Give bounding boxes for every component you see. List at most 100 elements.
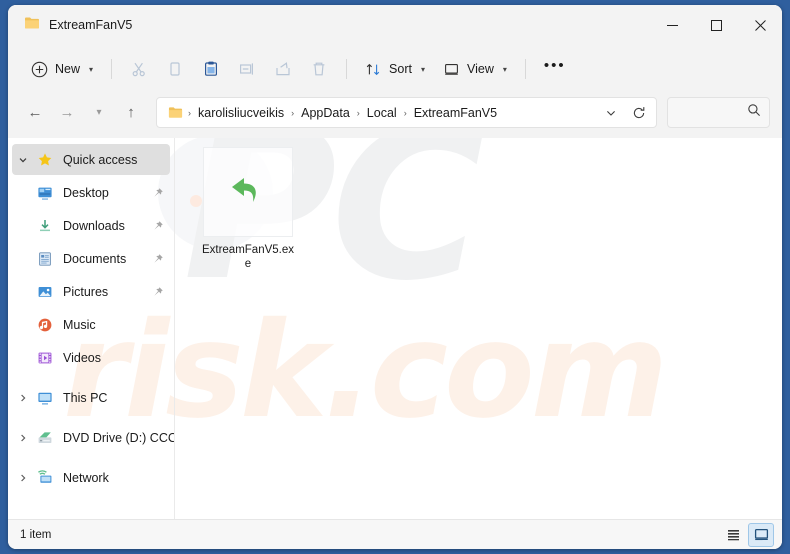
copy-icon	[166, 60, 184, 78]
sidebar-item-downloads[interactable]: Downloads	[12, 210, 170, 241]
pin-icon[interactable]	[152, 187, 164, 199]
item-count-label: 1 item	[20, 528, 52, 541]
breadcrumb-tail	[598, 100, 652, 126]
network-icon	[34, 469, 56, 486]
breadcrumb-item-2[interactable]: Local	[362, 103, 402, 123]
trash-icon	[310, 60, 328, 78]
desktop-icon	[34, 185, 56, 201]
pictures-icon	[34, 284, 56, 300]
refresh-button[interactable]	[626, 100, 652, 126]
monitor-icon	[443, 61, 460, 78]
sidebar-item-label: This PC	[63, 390, 108, 405]
sidebar-item-dvd-drive[interactable]: DVD Drive (D:) CCCC	[12, 422, 174, 453]
share-icon	[274, 60, 292, 78]
folder-icon	[165, 105, 186, 120]
pin-icon[interactable]	[152, 253, 164, 265]
file-thumbnail	[203, 147, 293, 237]
window-title: ExtreamFanV5	[49, 18, 133, 32]
recent-locations-button[interactable]: ▾	[84, 98, 114, 128]
large-icons-view-button[interactable]	[748, 522, 774, 547]
details-view-button[interactable]	[720, 523, 746, 547]
view-button[interactable]: View ▾	[434, 53, 516, 85]
chevron-right-icon[interactable]	[12, 393, 34, 403]
breadcrumb[interactable]: › karolisliucveikis › AppData › Local › …	[156, 97, 657, 128]
chevron-down-icon: ▾	[502, 64, 507, 74]
desktop-background: PC risk.com ExtreamFanV5 New ▾ Sort ▾ Vi…	[0, 0, 790, 554]
status-bar: 1 item	[8, 519, 782, 549]
sidebar-item-label: DVD Drive (D:) CCCC	[63, 430, 174, 445]
forward-button[interactable]: →	[52, 98, 82, 128]
sort-button-label: Sort	[389, 62, 412, 76]
green-curved-arrow-icon	[222, 164, 274, 221]
chevron-down-icon: ▾	[96, 107, 102, 118]
search-box[interactable]	[667, 97, 770, 128]
breadcrumb-separator: ›	[188, 107, 191, 118]
sidebar-item-label: Videos	[63, 350, 101, 365]
sidebar-item-quick-access[interactable]: Quick access	[12, 144, 170, 175]
command-toolbar: New ▾ Sort ▾ View ▾ •••	[8, 45, 782, 93]
toolbar-separator-2	[346, 59, 348, 79]
more-options-button[interactable]: •••	[535, 53, 575, 85]
copy-button[interactable]	[157, 53, 193, 85]
rename-button[interactable]	[229, 53, 265, 85]
breadcrumb-separator: ›	[403, 107, 407, 118]
breadcrumb-dropdown-button[interactable]	[598, 100, 624, 126]
up-button[interactable]: ↑	[116, 98, 146, 128]
sidebar-item-label: Music	[63, 317, 96, 332]
sidebar-item-network[interactable]: Network	[12, 462, 170, 493]
breadcrumb-item-1[interactable]: AppData	[296, 103, 355, 123]
search-input[interactable]	[676, 105, 747, 120]
plus-circle-icon	[31, 61, 48, 78]
music-icon	[34, 317, 56, 333]
pin-icon[interactable]	[152, 286, 164, 298]
sidebar-item-label: Pictures	[63, 284, 109, 299]
close-button[interactable]	[738, 5, 782, 45]
videos-icon	[34, 350, 56, 366]
new-button[interactable]: New ▾	[22, 53, 102, 85]
documents-icon	[34, 251, 56, 267]
chevron-right-icon[interactable]	[12, 433, 34, 443]
cut-button[interactable]	[121, 53, 157, 85]
sort-button[interactable]: Sort ▾	[356, 53, 434, 85]
share-button[interactable]	[265, 53, 301, 85]
sidebar-item-label: Documents	[63, 251, 127, 266]
file-explorer-window: PC risk.com ExtreamFanV5 New ▾ Sort ▾ Vi…	[8, 5, 782, 549]
sidebar-item-music[interactable]: Music	[12, 309, 170, 340]
maximize-button[interactable]	[694, 5, 738, 45]
back-button[interactable]: ←	[20, 98, 50, 128]
sidebar-item-label: Desktop	[63, 185, 109, 200]
title-bar-left: ExtreamFanV5	[8, 15, 132, 36]
dvd-drive-icon	[34, 430, 56, 446]
sidebar-item-label: Network	[63, 470, 109, 485]
chevron-right-icon[interactable]	[12, 473, 34, 483]
chevron-down-icon[interactable]	[12, 155, 34, 165]
pin-icon[interactable]	[152, 220, 164, 232]
paste-icon	[202, 60, 220, 78]
breadcrumb-separator: ›	[291, 107, 295, 118]
file-item[interactable]: ExtreamFanV5.exe	[196, 147, 300, 271]
explorer-body: Quick access Desktop Downloads Documents…	[8, 138, 782, 519]
sidebar-item-label: Downloads	[63, 218, 125, 233]
downloads-icon	[34, 218, 56, 234]
star-icon	[34, 152, 56, 168]
sidebar-item-this-pc[interactable]: This PC	[12, 382, 170, 413]
delete-button[interactable]	[301, 53, 337, 85]
view-toggle-group	[720, 522, 774, 547]
sidebar-item-pictures[interactable]: Pictures	[12, 276, 170, 307]
sidebar-item-videos[interactable]: Videos	[12, 342, 170, 373]
paste-button[interactable]	[193, 53, 229, 85]
view-button-label: View	[466, 62, 494, 76]
sidebar-item-documents[interactable]: Documents	[12, 243, 170, 274]
search-icon	[747, 103, 761, 122]
file-list-pane[interactable]: ExtreamFanV5.exe	[174, 138, 782, 519]
breadcrumb-item-0[interactable]: karolisliucveikis	[193, 103, 289, 123]
file-name-label: ExtreamFanV5.exe	[201, 244, 295, 270]
sidebar-item-desktop[interactable]: Desktop	[12, 177, 170, 208]
breadcrumb-item-3[interactable]: ExtreamFanV5	[409, 103, 502, 123]
minimize-button[interactable]	[650, 5, 694, 45]
title-bar: ExtreamFanV5	[8, 5, 782, 45]
chevron-down-icon: ▾	[89, 64, 94, 74]
scissors-icon	[130, 60, 148, 78]
ellipsis-icon: •••	[543, 56, 566, 74]
sidebar-item-label: Quick access	[63, 152, 138, 167]
